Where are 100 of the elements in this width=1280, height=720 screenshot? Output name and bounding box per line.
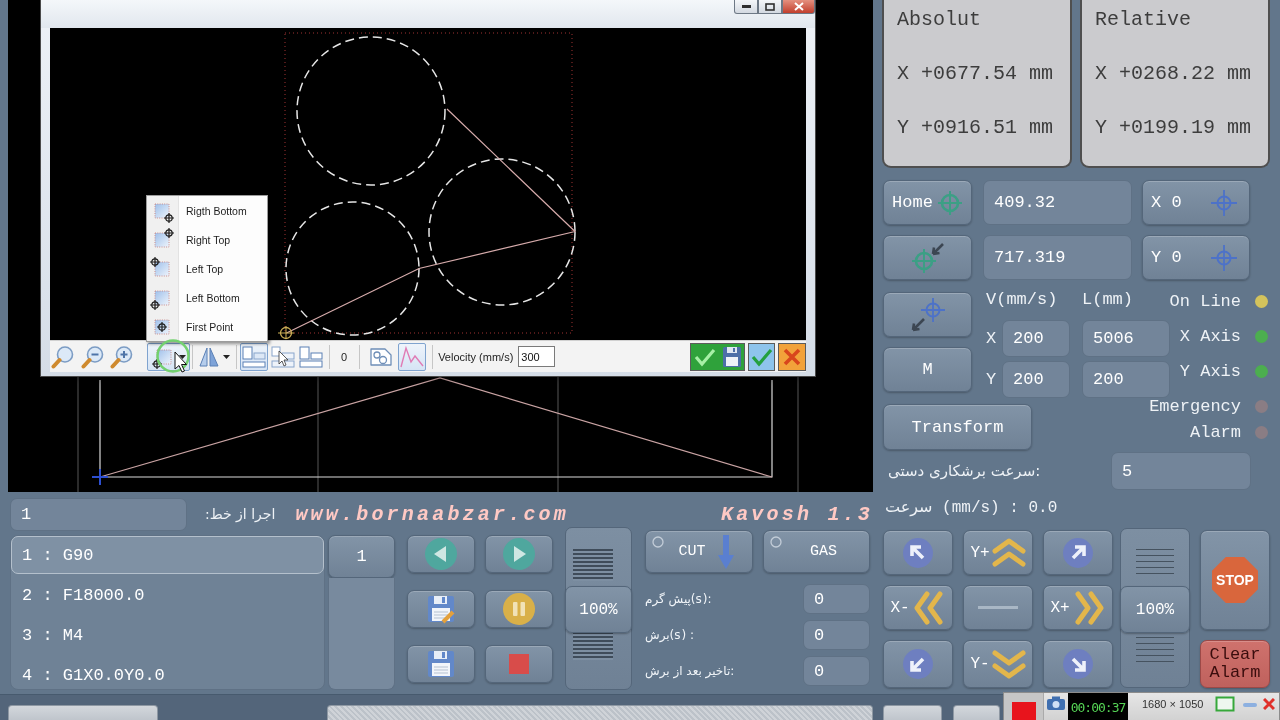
previous-button[interactable] [407,535,475,573]
save-as-button[interactable] [407,590,475,628]
save-icon [426,649,456,679]
layout-button[interactable] [240,342,268,371]
minimize-button[interactable] [734,0,758,14]
start-line-field[interactable]: 1 [10,497,187,531]
transform-button[interactable]: Transform [883,404,1032,450]
play-button[interactable] [485,535,553,573]
maximize-icon [765,2,775,11]
jog-button[interactable]: Y+ [963,530,1033,575]
menu-item[interactable]: First Point [147,312,267,341]
timing-field[interactable]: 0 [803,656,870,686]
arrow-up-right-icon [1062,536,1094,569]
layout-icon [241,344,267,369]
clear-alarm-button[interactable]: Clear Alarm [1200,640,1270,688]
timing-field[interactable]: 0 [803,620,870,650]
slider-track[interactable]: 100% [1120,528,1190,688]
slider-thumb[interactable]: 100% [565,586,632,633]
home-button[interactable]: Home [883,180,972,225]
speed-field[interactable]: 200 [1002,320,1070,357]
layout-icon [298,344,324,369]
status-label: Emergency [1149,397,1241,416]
close-icon [783,347,801,366]
position-field[interactable]: 409.32 [983,180,1132,225]
timing-label: پیش گرم(s): [645,592,712,606]
axis-label: Y [986,370,998,389]
readout-value: Y +0199.19 mm [1095,117,1252,139]
target-arrow-icon [910,241,945,274]
close-icon[interactable] [1263,698,1276,710]
jog-button[interactable]: Y- [963,640,1033,688]
minimize-icon [741,5,751,8]
down-arrow-icon [717,534,734,569]
scale-lines [573,549,613,581]
mode-button[interactable]: M [883,347,972,392]
velocity-field[interactable]: 300 [518,346,556,367]
pause-button[interactable] [485,590,553,628]
set-zero-button[interactable]: Y 0 [1142,235,1250,280]
readout-title: Relative [1095,9,1191,31]
timing-label: تاخیر بعد از برش: [645,664,735,678]
length-field[interactable]: 5006 [1082,320,1170,357]
arrow-down-left-icon [902,648,934,680]
status-label: X Axis [1179,327,1241,346]
record-button[interactable] [1004,693,1044,720]
stop-button[interactable] [485,645,553,683]
readout-title: Absolut [897,9,981,31]
graph-button[interactable] [398,342,427,371]
menu-item[interactable]: Right Top [147,225,267,254]
gas-button[interactable]: GAS [763,530,870,573]
jog-button[interactable] [1043,640,1113,688]
stop-icon [509,654,529,674]
square-icon[interactable] [1215,696,1236,712]
length-field[interactable]: 200 [1082,361,1170,398]
save-button[interactable] [407,645,475,683]
origin-marker-icon [277,325,295,340]
axis-label: X [986,329,998,348]
zoom-in-icon [110,344,134,369]
jog-button[interactable]: X- [883,585,953,630]
slider-track[interactable]: 100% [565,527,632,690]
close-button[interactable] [782,0,815,14]
column-header: V(mm/s) [986,290,1059,310]
menu-item[interactable]: Left Bottom [147,283,267,312]
jog-button[interactable] [963,585,1033,630]
layout-icon [270,344,296,369]
check-icon [693,346,716,367]
camera-icon[interactable] [1046,695,1066,711]
menu-item[interactable]: Rigth Bottom [147,196,267,225]
jog-button[interactable] [883,530,953,575]
status-label: On Line [1169,292,1241,311]
previous-icon [424,537,458,571]
save-edit-icon [426,594,456,624]
set-zero-button[interactable]: X 0 [1142,180,1250,225]
manual-speed-field[interactable]: 5 [1111,452,1251,490]
speed-field[interactable]: 200 [1002,361,1070,398]
zigzag-line-icon [399,344,426,369]
dash-icon [978,606,1018,609]
arrow-up-left-icon [902,536,934,569]
gcode-line[interactable]: 4 : G1X0.0Y0.0 [11,656,324,694]
timing-field[interactable]: 0 [803,584,870,614]
gcode-line[interactable]: 3 : M4 [11,616,324,654]
crosshair-icon [1209,187,1239,218]
cut-button[interactable]: CUT [645,530,753,573]
readout-value: X +0268.22 mm [1095,63,1252,85]
version-text: Kavosh 1.3 [720,502,873,526]
check-icon [750,346,773,367]
emergency-stop-button[interactable]: STOP [1200,530,1270,630]
timing-label: برش(s) : [645,628,695,642]
menu-item[interactable]: Left Top [147,254,267,283]
crosshair-icon [1209,242,1239,273]
jog-button[interactable] [883,640,953,688]
maximize-button[interactable] [758,0,782,14]
line-number-button[interactable]: 1 [328,535,395,578]
cancel-button[interactable] [778,342,806,371]
position-field[interactable]: 717.319 [983,235,1132,280]
save-confirm-button[interactable] [690,342,745,371]
slider-thumb[interactable]: 100% [1120,586,1190,633]
jog-button[interactable] [1043,530,1113,575]
confirm-button[interactable] [748,342,775,371]
play-icon [502,537,536,571]
gcode-line[interactable]: 2 : F18000.0 [11,576,324,614]
jog-button[interactable]: X+ [1043,585,1113,630]
